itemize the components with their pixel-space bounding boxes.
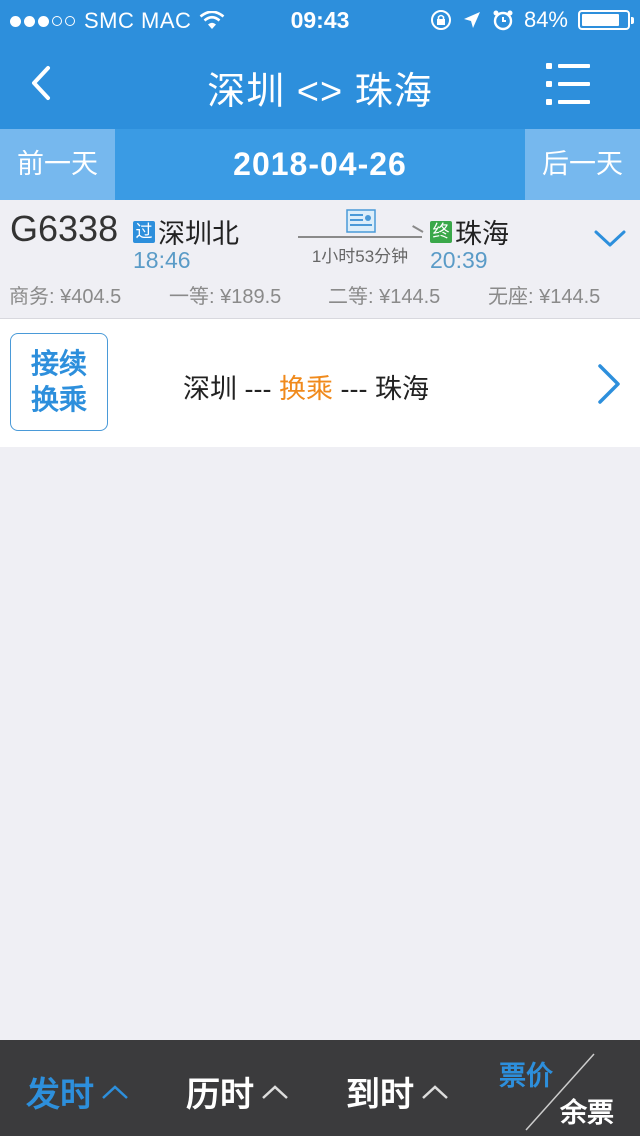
sort-depart-label: 发时 [26, 1076, 94, 1114]
transfer-button-line2: 换乘 [30, 384, 87, 415]
price-row: 商务: ¥404.5 一等: ¥189.5 二等: ¥144.5 无座: ¥14… [0, 280, 640, 310]
departure-time: 18:46 [133, 247, 191, 273]
battery-fill [582, 14, 619, 26]
arrival-time: 20:39 [430, 247, 488, 273]
train-card[interactable]: G6338 过 深圳北 18:46 1小时53分钟 终 珠海 20:39 商务:… [0, 200, 640, 319]
menu-line [546, 63, 590, 69]
page-title: 深圳 <> 珠海 [207, 71, 433, 113]
caret-up-icon [102, 1084, 128, 1099]
terminal-badge: 终 [430, 220, 452, 243]
prev-day-button[interactable]: 前一天 [0, 129, 115, 200]
arrival-station: 终 珠海 [430, 212, 509, 251]
transfer-button[interactable]: 接续 换乘 [10, 333, 108, 431]
price-business: 商务: ¥404.5 [9, 286, 122, 308]
chevron-down-icon[interactable] [593, 228, 627, 250]
chevron-right-icon[interactable] [596, 363, 622, 405]
departure-station: 过 深圳北 [133, 212, 239, 251]
sort-depart-button[interactable]: 发时 [26, 1067, 130, 1116]
alarm-icon [493, 10, 513, 31]
price-second-class: 二等: ¥144.5 [328, 286, 441, 308]
menu-list-icon[interactable] [546, 62, 590, 106]
menu-line [546, 99, 590, 105]
transfer-to: --- 珠海 [332, 374, 429, 404]
status-bar: SMC MAC 09:43 84% [0, 0, 640, 40]
sort-arrive-button[interactable]: 到时 [346, 1067, 450, 1116]
battery-percent: 84% [523, 7, 568, 32]
travel-duration: 1小时53分钟 [311, 247, 409, 266]
transfer-route: 深圳 --- 换乘 --- 珠海 [183, 367, 429, 406]
bottom-sort-bar: 发时 历时 到时 票价 余票 [0, 1040, 640, 1136]
current-date[interactable]: 2018-04-26 [115, 129, 525, 200]
transfer-button-line1: 接续 [30, 348, 87, 379]
train-number: G6338 [10, 208, 119, 249]
rotation-lock-icon [430, 10, 451, 30]
caret-up-icon [422, 1084, 448, 1099]
location-arrow-icon [463, 12, 480, 28]
date-bar: 前一天 2018-04-26 后一天 [0, 129, 640, 200]
sort-duration-label: 历时 [186, 1076, 254, 1114]
price-first-class: 一等: ¥189.5 [169, 286, 282, 308]
nav-bar: 深圳 <> 珠海 [0, 40, 640, 129]
route-arrow [298, 236, 422, 238]
status-right: 84% [430, 7, 634, 33]
sort-duration-button[interactable]: 历时 [186, 1067, 290, 1116]
departure-station-name: 深圳北 [158, 219, 239, 249]
next-day-button[interactable]: 后一天 [525, 129, 640, 200]
caret-up-icon [262, 1084, 288, 1099]
battery-nub [631, 17, 634, 24]
transfer-row[interactable]: 接续 换乘 深圳 --- 换乘 --- 珠海 [0, 319, 640, 447]
sort-price-button[interactable]: 票价 [499, 1054, 553, 1093]
battery-icon [578, 10, 634, 30]
ticket-id-icon [346, 209, 376, 233]
transfer-middle: 换乘 [278, 374, 333, 404]
sort-remaining-button[interactable]: 余票 [560, 1091, 614, 1130]
arrival-station-name: 珠海 [455, 219, 509, 249]
sort-arrive-label: 到时 [346, 1076, 414, 1114]
header: SMC MAC 09:43 84% 深圳 <> 珠海 [0, 0, 640, 129]
menu-line [546, 81, 590, 87]
pass-badge: 过 [133, 220, 155, 243]
transfer-from: 深圳 --- [183, 374, 279, 404]
price-standing: 无座: ¥144.5 [488, 286, 601, 308]
